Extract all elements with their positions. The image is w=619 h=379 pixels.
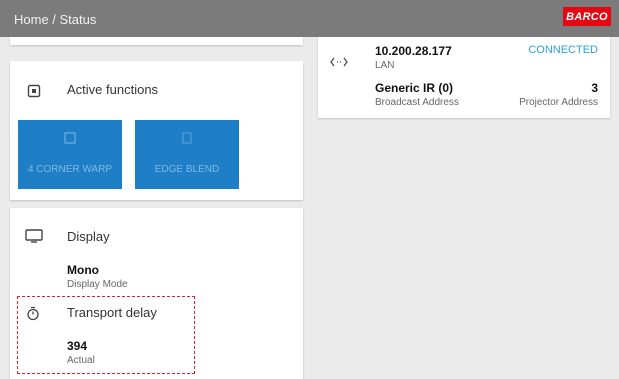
breadcrumb[interactable]: Home / Status [14, 12, 96, 27]
display-mode-label: Display Mode [67, 279, 128, 290]
active-functions-card: Active functions 4 CORNER WARP EDGE BLEN… [10, 61, 303, 200]
ir-label: Broadcast Address [375, 97, 459, 108]
edge-blend-label: EDGE BLEND [154, 164, 220, 175]
active-functions-title: Active functions [67, 82, 159, 97]
partial-card [10, 37, 303, 45]
corner-warp-icon [64, 132, 76, 144]
network-arrows-icon [330, 54, 348, 68]
projector-address-label: Projector Address [519, 97, 598, 108]
display-mode-value: Mono [67, 263, 99, 277]
corner-warp-tile[interactable]: 4 CORNER WARP [18, 120, 122, 189]
barco-logo: BARCO [563, 7, 611, 26]
monitor-icon [25, 229, 43, 243]
ip-address: 10.200.28.177 [375, 44, 452, 58]
display-title: Display [67, 229, 110, 244]
edge-blend-tile[interactable]: EDGE BLEND [135, 120, 239, 189]
projector-address-value: 3 [591, 81, 598, 95]
transport-delay-highlight [17, 296, 195, 374]
edge-blend-icon [181, 132, 193, 144]
active-functions-icon [27, 84, 41, 98]
ir-value: Generic IR (0) [375, 81, 454, 95]
top-bar: Home / Status BARCO [0, 0, 619, 37]
corner-warp-label: 4 CORNER WARP [27, 164, 113, 175]
connection-card: 10.200.28.177 LAN CONNECTED Generic IR (… [318, 37, 610, 118]
ip-label: LAN [375, 60, 395, 71]
connection-status: CONNECTED [528, 44, 598, 56]
